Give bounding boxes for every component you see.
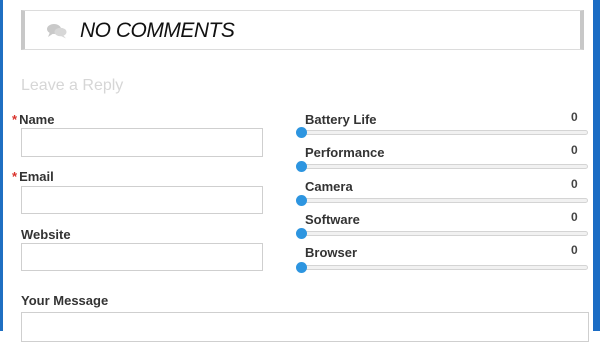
website-label: Website <box>21 227 71 242</box>
name-label: * Name <box>12 112 54 127</box>
comments-title: NO COMMENTS <box>80 19 235 42</box>
email-label: * Email <box>12 169 54 184</box>
rating-label-performance: Performance <box>305 145 385 160</box>
message-label: Your Message <box>21 293 109 308</box>
rating-slider-camera[interactable] <box>302 198 588 203</box>
email-field[interactable] <box>21 186 263 214</box>
rating-value-software: 0 <box>571 210 578 224</box>
window-edge-right <box>593 0 600 331</box>
name-label-text: Name <box>19 112 55 127</box>
rating-value-camera: 0 <box>571 177 578 191</box>
email-label-text: Email <box>19 169 54 184</box>
slider-handle-performance[interactable] <box>296 161 307 172</box>
website-field[interactable] <box>21 243 263 271</box>
rating-slider-software[interactable] <box>302 231 588 236</box>
rating-slider-battery-life[interactable] <box>302 130 588 135</box>
name-field[interactable] <box>21 128 263 157</box>
rating-value-browser: 0 <box>571 243 578 257</box>
rating-label-battery-life: Battery Life <box>305 112 377 127</box>
comment-bubbles-icon <box>47 23 67 39</box>
comments-header: NO COMMENTS <box>21 10 584 50</box>
rating-label-browser: Browser <box>305 245 358 260</box>
rating-value-battery-life: 0 <box>571 110 578 124</box>
rating-label-software: Software <box>305 212 360 227</box>
slider-handle-camera[interactable] <box>296 195 307 206</box>
rating-slider-browser[interactable] <box>302 265 588 270</box>
rating-label-camera: Camera <box>305 179 353 194</box>
slider-handle-software[interactable] <box>296 228 307 239</box>
rating-value-performance: 0 <box>571 143 578 157</box>
message-textarea[interactable] <box>21 312 589 342</box>
leave-reply-heading: Leave a Reply <box>21 77 124 94</box>
window-edge-left <box>0 0 3 331</box>
required-marker: * <box>12 112 18 127</box>
slider-handle-battery-life[interactable] <box>296 127 307 138</box>
rating-slider-performance[interactable] <box>302 164 588 169</box>
required-marker: * <box>12 169 18 184</box>
slider-handle-browser[interactable] <box>296 262 307 273</box>
